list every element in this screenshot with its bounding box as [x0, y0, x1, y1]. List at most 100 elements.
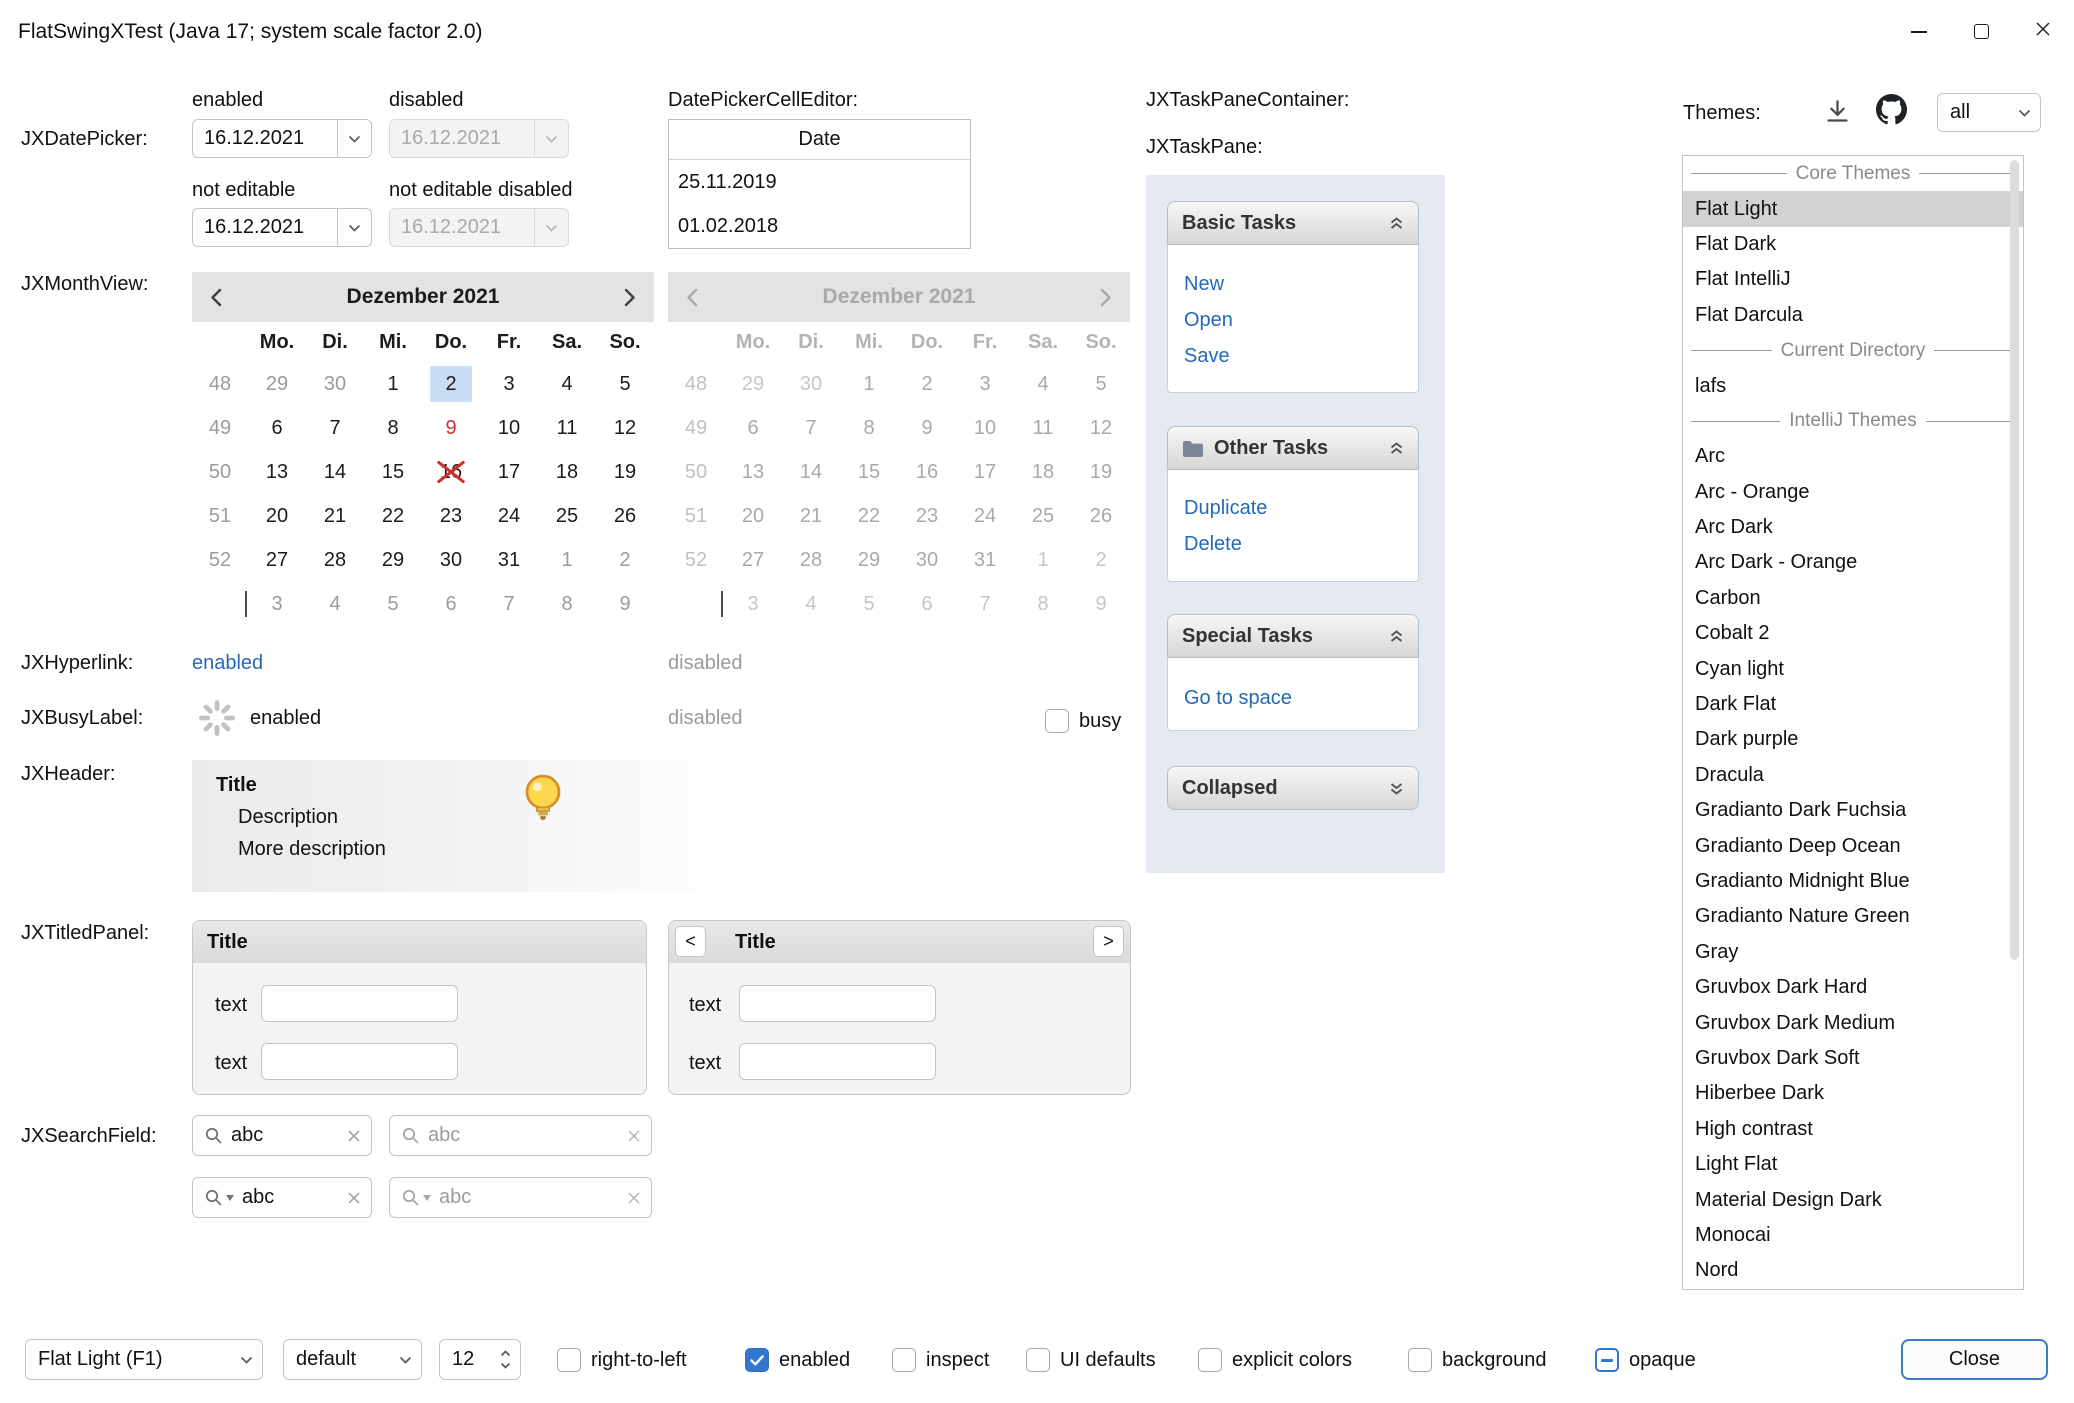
day-cell[interactable]: 9	[596, 582, 654, 626]
day-cell[interactable]: 2	[596, 538, 654, 582]
clear-icon[interactable]	[348, 1192, 360, 1204]
day-cell[interactable]: 1	[364, 362, 422, 406]
day-cell[interactable]: 29	[364, 538, 422, 582]
theme-item-lafs[interactable]: lafs	[1683, 368, 2023, 403]
checkbox-ui-defaults[interactable]: UI defaults	[1026, 1347, 1156, 1373]
theme-item-high-contrast[interactable]: High contrast	[1683, 1112, 2023, 1147]
task-link-new[interactable]: New	[1168, 266, 1418, 302]
checkbox-enabled[interactable]: enabled	[745, 1347, 850, 1373]
theme-item-cobalt-2[interactable]: Cobalt 2	[1683, 616, 2023, 651]
text-input[interactable]	[739, 1043, 936, 1080]
datepicker-enabled[interactable]: 16.12.2021	[192, 119, 372, 158]
expand-icon[interactable]	[1389, 781, 1404, 796]
theme-item-dark-flat[interactable]: Dark Flat	[1683, 687, 2023, 722]
taskpane-header[interactable]: Other Tasks	[1167, 426, 1419, 470]
checkbox-right-to-left[interactable]: right-to-left	[557, 1347, 687, 1373]
day-cell[interactable]: 21	[306, 494, 364, 538]
theme-item-dracula[interactable]: Dracula	[1683, 758, 2023, 793]
theme-item-hiberbee-dark[interactable]: Hiberbee Dark	[1683, 1076, 2023, 1111]
theme-item-flat-dark[interactable]: Flat Dark	[1683, 227, 2023, 262]
theme-item-gruvbox-dark-medium[interactable]: Gruvbox Dark Medium	[1683, 1005, 2023, 1040]
day-cell[interactable]: 30	[306, 362, 364, 406]
checkbox-explicit-colors[interactable]: explicit colors	[1198, 1347, 1352, 1373]
day-cell[interactable]: 2	[422, 362, 480, 406]
day-cell[interactable]: 8	[538, 582, 596, 626]
style-combobox[interactable]: default	[283, 1339, 422, 1380]
day-cell[interactable]: 5	[364, 582, 422, 626]
day-cell[interactable]: 18	[538, 450, 596, 494]
task-link-open[interactable]: Open	[1168, 302, 1418, 338]
collapse-icon[interactable]	[1389, 441, 1404, 456]
theme-item-light-flat[interactable]: Light Flat	[1683, 1147, 2023, 1182]
day-cell[interactable]: 5	[596, 362, 654, 406]
theme-item-cyan-light[interactable]: Cyan light	[1683, 651, 2023, 686]
day-cell[interactable]: 16	[422, 450, 480, 494]
text-input[interactable]	[739, 985, 936, 1022]
search-field-with-menu[interactable]: abc	[192, 1177, 372, 1218]
checkbox-busy[interactable]: busy	[1045, 708, 1121, 734]
task-link-duplicate[interactable]: Duplicate	[1168, 490, 1418, 526]
collapse-icon[interactable]	[1389, 629, 1404, 644]
day-cell[interactable]: 3	[480, 362, 538, 406]
day-cell[interactable]: 6	[422, 582, 480, 626]
day-cell[interactable]: 4	[538, 362, 596, 406]
chevron-down-icon[interactable]	[226, 1195, 234, 1201]
prev-button[interactable]: <	[675, 926, 706, 957]
github-icon[interactable]	[1876, 94, 1907, 131]
text-input[interactable]	[261, 985, 458, 1022]
day-cell[interactable]: 14	[306, 450, 364, 494]
day-cell[interactable]: 4	[306, 582, 364, 626]
collapse-icon[interactable]	[1389, 216, 1404, 231]
day-cell[interactable]: 8	[364, 406, 422, 450]
checkbox-inspect[interactable]: inspect	[892, 1347, 989, 1373]
theme-item-gradianto-dark-fuchsia[interactable]: Gradianto Dark Fuchsia	[1683, 793, 2023, 828]
checkbox-background[interactable]: background	[1408, 1347, 1547, 1373]
search-field-enabled[interactable]: abc	[192, 1115, 372, 1156]
minimize-button[interactable]	[1888, 0, 1950, 63]
maximize-button[interactable]	[1950, 0, 2012, 63]
chevron-down-icon[interactable]	[337, 120, 371, 157]
theme-item-flat-intellij[interactable]: Flat IntelliJ	[1683, 262, 2023, 297]
theme-item-dark-purple[interactable]: Dark purple	[1683, 722, 2023, 757]
hyperlink-enabled[interactable]: enabled	[192, 651, 263, 675]
day-cell[interactable]: 19	[596, 450, 654, 494]
close-window-button[interactable]	[2012, 0, 2074, 63]
spinner-down-icon[interactable]	[500, 1362, 511, 1369]
font-size-spinner[interactable]: 12	[439, 1339, 521, 1380]
day-cell[interactable]: 6	[248, 406, 306, 450]
theme-item-gradianto-deep-ocean[interactable]: Gradianto Deep Ocean	[1683, 828, 2023, 863]
task-link-go-to-space[interactable]: Go to space	[1168, 680, 1418, 716]
theme-item-gray[interactable]: Gray	[1683, 935, 2023, 970]
day-cell[interactable]: 7	[306, 406, 364, 450]
themes-list[interactable]: Core ThemesFlat LightFlat DarkFlat Intel…	[1682, 155, 2024, 1290]
table-row[interactable]: 25.11.2019	[669, 160, 970, 204]
day-cell[interactable]: 1	[538, 538, 596, 582]
day-cell[interactable]: 20	[248, 494, 306, 538]
taskpane-header[interactable]: Special Tasks	[1167, 614, 1419, 658]
laf-combobox[interactable]: Flat Light (F1)	[25, 1339, 263, 1380]
task-link-save[interactable]: Save	[1168, 338, 1418, 374]
theme-item-carbon[interactable]: Carbon	[1683, 581, 2023, 616]
day-cell[interactable]: 10	[480, 406, 538, 450]
theme-item-gradianto-midnight-blue[interactable]: Gradianto Midnight Blue	[1683, 864, 2023, 899]
day-cell[interactable]: 12	[596, 406, 654, 450]
day-cell[interactable]: 9	[422, 406, 480, 450]
day-cell[interactable]: 17	[480, 450, 538, 494]
theme-item-gruvbox-dark-hard[interactable]: Gruvbox Dark Hard	[1683, 970, 2023, 1005]
day-cell[interactable]: 28	[306, 538, 364, 582]
day-cell[interactable]: 22	[364, 494, 422, 538]
taskpane-header[interactable]: Basic Tasks	[1167, 201, 1419, 245]
day-cell[interactable]: 13	[248, 450, 306, 494]
theme-item-arc-orange[interactable]: Arc - Orange	[1683, 475, 2023, 510]
day-cell[interactable]: 24	[480, 494, 538, 538]
table-row[interactable]: 01.02.2018	[669, 204, 970, 248]
day-cell[interactable]: 26	[596, 494, 654, 538]
theme-item-monocai[interactable]: Monocai	[1683, 1218, 2023, 1253]
text-input[interactable]	[261, 1043, 458, 1080]
theme-item-material-design-dark[interactable]: Material Design Dark	[1683, 1182, 2023, 1217]
theme-item-arc-dark-orange[interactable]: Arc Dark - Orange	[1683, 545, 2023, 580]
download-icon[interactable]	[1824, 98, 1851, 131]
checkbox-opaque[interactable]: opaque	[1595, 1347, 1696, 1373]
theme-item-flat-light[interactable]: Flat Light	[1683, 191, 2023, 226]
theme-item-gradianto-nature-green[interactable]: Gradianto Nature Green	[1683, 899, 2023, 934]
